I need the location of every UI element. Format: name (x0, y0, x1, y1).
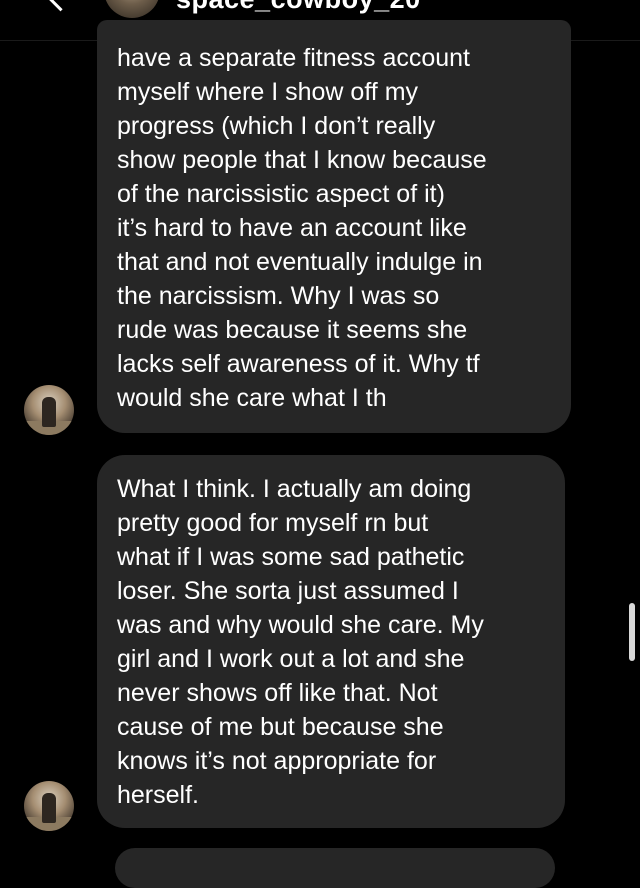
scrollbar[interactable] (629, 603, 635, 661)
message-line: myself where I show off my (117, 78, 419, 106)
message-line: have a separate fitness account (117, 44, 471, 72)
message-line: herself. (117, 781, 199, 809)
message-line: pretty good for myself rn but (117, 509, 429, 537)
message-line: cause of me but because she (117, 713, 444, 741)
message-line: loser. She sorta just assumed I (117, 577, 459, 605)
avatar[interactable] (104, 0, 160, 18)
message-bubble-partial[interactable] (115, 848, 555, 888)
message-line: what if I was some sad pathetic (117, 543, 465, 571)
message-line: progress (which I don’t really (117, 112, 436, 140)
message-line: was and why would she care. My (117, 611, 484, 639)
message-bubble[interactable]: have a separate fitness account myself w… (97, 20, 571, 433)
message-line: never shows off like that. Not (117, 679, 438, 707)
sender-avatar[interactable] (24, 781, 74, 831)
message-line: What I think. I actually am doing (117, 475, 472, 503)
message-bubble[interactable]: What I think. I actually am doing pretty… (97, 455, 565, 828)
message-line: of the narcissistic aspect of it) (117, 180, 445, 208)
message-line: that and not eventually indulge in (117, 248, 483, 276)
message-line: rude was because it seems she (117, 316, 468, 344)
message-line: girl and I work out a lot and she (117, 645, 465, 673)
message-line: would she care what I th (117, 384, 387, 412)
message-line: show people that I know because (117, 146, 487, 174)
avatar-figure (42, 397, 56, 427)
chevron-left-icon[interactable] (45, 0, 76, 12)
avatar-figure (42, 793, 56, 823)
sender-avatar[interactable] (24, 385, 74, 435)
chat-username[interactable]: space_cowboy_20 (176, 0, 421, 15)
message-line: it’s hard to have an account like (117, 214, 467, 242)
message-line: knows it’s not appropriate for (117, 747, 437, 775)
message-line: lacks self awareness of it. Why tf (117, 350, 480, 378)
message-line: the narcissism. Why I was so (117, 282, 440, 310)
